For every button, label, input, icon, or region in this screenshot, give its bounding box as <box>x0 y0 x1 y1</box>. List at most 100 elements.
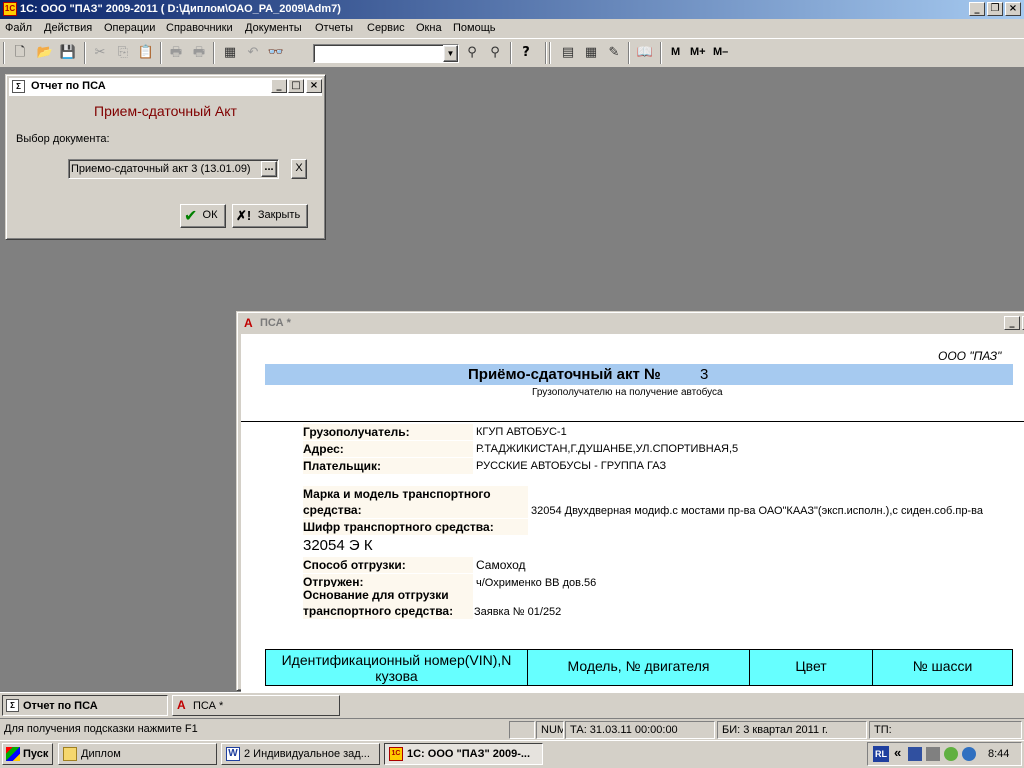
copy-icon[interactable]: ⎘ <box>113 43 133 63</box>
taskbar-item-1c-label: 1С: ООО "ПАЗ" 2009-... <box>407 748 531 760</box>
model-label-line2: средства: <box>303 502 528 518</box>
shipped-value: ч/Охрименко ВВ дов.56 <box>476 577 597 589</box>
menu-help[interactable]: Помощь <box>453 22 496 34</box>
save-icon[interactable]: 💾 <box>58 43 78 63</box>
find-next-icon[interactable]: ⚲ <box>462 43 482 63</box>
memory-plus-button[interactable]: M+ <box>690 46 706 58</box>
shipment-method-value: Самоход <box>476 558 526 572</box>
toolbar-grip <box>3 42 5 64</box>
menu-windows[interactable]: Окна <box>416 22 442 34</box>
start-button[interactable]: Пуск <box>2 743 53 765</box>
window-tab-report[interactable]: Σ Отчет по ПСА <box>2 695 168 716</box>
menu-reports[interactable]: Отчеты <box>315 22 353 34</box>
network-icon[interactable] <box>908 747 922 761</box>
document-field[interactable]: Приемо-сдаточный акт 3 (13.01.09) <box>68 159 279 179</box>
table-header-chassis: № шасси <box>872 649 1013 686</box>
toolbar-separator <box>628 42 630 64</box>
checkmark-icon: ✔ <box>184 208 198 225</box>
language-indicator[interactable]: RL <box>873 746 889 762</box>
spreadsheet-icon[interactable]: ▦ <box>581 43 601 63</box>
help-icon[interactable]: ? <box>516 43 536 63</box>
organization-name: ООО "ПАЗ" <box>938 349 1002 363</box>
word-document-icon: W <box>226 747 240 761</box>
menu-operations[interactable]: Операции <box>104 22 155 34</box>
text-editor-icon[interactable]: ✎ <box>604 43 624 63</box>
basis-value: Заявка № 01/252 <box>474 606 562 618</box>
dialog-title-bar[interactable]: Σ Отчет по ПСА _ □ × <box>9 78 322 96</box>
messenger-icon[interactable] <box>962 747 976 761</box>
window-tab-psa[interactable]: A ПСА * <box>172 695 340 716</box>
document-app-icon: A <box>177 698 186 712</box>
find-icon[interactable]: 👓 <box>266 43 286 63</box>
dialog-minimize-button[interactable]: _ <box>271 79 287 93</box>
book-icon[interactable]: 📖 <box>635 43 655 63</box>
document-title: ПСА * <box>260 317 291 329</box>
ok-button-label: ОК <box>202 209 218 221</box>
new-document-icon[interactable]: 🗋 <box>10 43 30 63</box>
dialog-maximize-button[interactable]: □ <box>288 79 304 93</box>
app-title-bar[interactable]: 1С 1С: ООО "ПАЗ" 2009-2011 ( D:\Диплом\О… <box>0 0 1024 19</box>
calculator-icon[interactable]: ▤ <box>558 43 578 63</box>
toolbar-separator <box>545 42 547 64</box>
ok-button[interactable]: ✔ ОК <box>180 204 226 228</box>
shipment-method-label: Способ отгрузки: <box>303 557 473 573</box>
close-dialog-button[interactable]: ✗! Закрыть <box>232 204 308 228</box>
menu-documents[interactable]: Документы <box>245 22 302 34</box>
tray-expand-icon[interactable]: « <box>894 745 901 760</box>
window-tab-report-label: Отчет по ПСА <box>23 700 98 712</box>
toolbar-separator <box>84 42 86 64</box>
document-minimize-button[interactable]: _ <box>1004 316 1020 330</box>
search-combo[interactable]: ▼ <box>313 44 459 63</box>
model-value: 32054 Двухдверная модиф.с мостами пр-ва … <box>531 505 983 517</box>
app-title: 1С: ООО "ПАЗ" 2009-2011 ( D:\Диплом\ОАО_… <box>20 3 341 15</box>
model-label-line1: Марка и модель транспортного <box>303 486 528 502</box>
taskbar-item-word[interactable]: W 2 Индивидуальное зад... <box>221 743 380 765</box>
undo-icon[interactable]: ↶ <box>243 43 263 63</box>
close-x-icon: ✗! <box>236 208 252 223</box>
dialog-close-button[interactable]: × <box>306 79 322 93</box>
dialog-title: Отчет по ПСА <box>31 80 106 92</box>
document-title-bar[interactable]: A ПСА * _ ▯ <box>240 315 1024 333</box>
taskbar-item-1c[interactable]: 1С 1С: ООО "ПАЗ" 2009-... <box>384 743 543 765</box>
paste-icon[interactable]: 📋 <box>136 43 156 63</box>
vehicle-code-label: Шифр транспортного средства: <box>303 519 528 535</box>
cut-icon[interactable]: ✂ <box>90 43 110 63</box>
menu-service[interactable]: Сервис <box>367 22 405 34</box>
restore-button[interactable]: ❐ <box>987 2 1003 16</box>
close-button[interactable]: × <box>1005 2 1021 16</box>
document-sheet[interactable]: ООО "ПАЗ" Приёмо-сдаточный акт № 3 Грузо… <box>241 334 1024 692</box>
address-label: Адрес: <box>303 441 473 457</box>
find-prev-icon[interactable]: ⚲ <box>485 43 505 63</box>
clock: 8:44 <box>988 748 1010 760</box>
1c-app-icon: 1С <box>3 2 17 16</box>
menu-actions[interactable]: Действия <box>44 22 92 34</box>
toolbar-separator <box>160 42 162 64</box>
menu-references[interactable]: Справочники <box>166 22 233 34</box>
menu-bar: Файл Действия Операции Справочники Докум… <box>0 19 1024 38</box>
payer-value: РУССКИЕ АВТОБУСЫ - ГРУППА ГАЗ <box>476 460 667 472</box>
memory-button[interactable]: M <box>671 46 680 58</box>
chevron-down-icon[interactable]: ▼ <box>443 45 458 62</box>
volume-icon[interactable] <box>926 747 940 761</box>
print-icon[interactable]: 🖶 <box>166 43 186 63</box>
calendar-icon[interactable]: ▦ <box>220 43 240 63</box>
print-preview-icon[interactable]: 🖶 <box>189 43 209 63</box>
taskbar-item-folder[interactable]: Диплом <box>58 743 217 765</box>
antivirus-icon[interactable] <box>944 747 958 761</box>
table-header-color: Цвет <box>749 649 873 686</box>
basis-label-line2: транспортного средства: <box>303 603 473 619</box>
menu-file[interactable]: Файл <box>5 22 32 34</box>
toolbar-separator <box>510 42 512 64</box>
memory-minus-button[interactable]: M– <box>713 46 728 58</box>
clear-button[interactable]: X <box>291 159 307 179</box>
browse-button[interactable]: ... <box>261 161 277 177</box>
window-tab-psa-label: ПСА * <box>193 700 224 712</box>
open-folder-icon[interactable]: 📂 <box>35 43 55 63</box>
1c-app-icon: 1С <box>389 747 403 761</box>
minimize-button[interactable]: _ <box>969 2 985 16</box>
divider <box>241 421 1024 422</box>
dialog-heading: Прием-сдаточный Акт <box>94 103 237 119</box>
taskbar-item-folder-label: Диплом <box>81 748 121 760</box>
report-icon: Σ <box>12 80 25 93</box>
act-number: 3 <box>700 366 709 383</box>
